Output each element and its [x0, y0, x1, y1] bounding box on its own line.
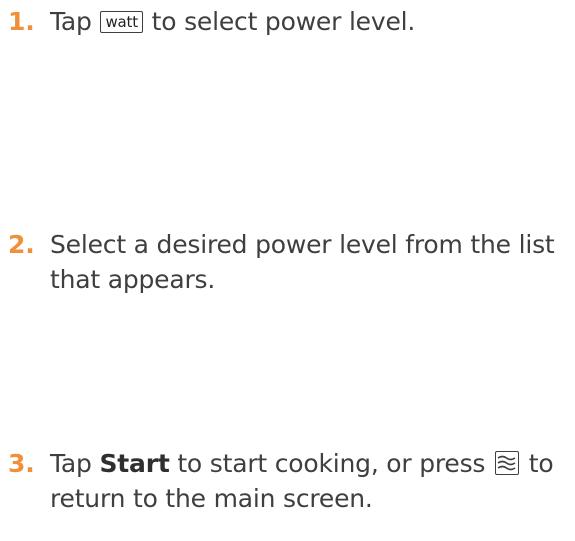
step-text-before: Tap [50, 449, 100, 478]
step-text: Select a desired power level from the li… [50, 227, 570, 297]
step-text-line-2: return to the main screen. [50, 484, 373, 513]
step-text-middle: to start cooking, or press [169, 449, 494, 478]
watt-key: watt [100, 11, 143, 33]
step-text: Tap Start to start cooking, or press to … [50, 446, 570, 516]
step-text-before: Tap [50, 7, 100, 36]
step-text-after: to select power level. [143, 7, 416, 36]
step-number: 2. [8, 230, 35, 259]
step-number: 1. [8, 7, 35, 36]
step-text: Tap watt to select power level. [50, 4, 570, 39]
step-text-after: to [521, 449, 554, 478]
step-text-line-1: Select a desired power level from the li… [50, 230, 555, 259]
step-number: 3. [8, 449, 35, 478]
start-label: Start [99, 449, 170, 478]
step-text-line-2: that appears. [50, 265, 216, 294]
home-waves-icon [495, 451, 520, 475]
step-text-line-1: Tap Start to start cooking, or press to [50, 446, 570, 481]
